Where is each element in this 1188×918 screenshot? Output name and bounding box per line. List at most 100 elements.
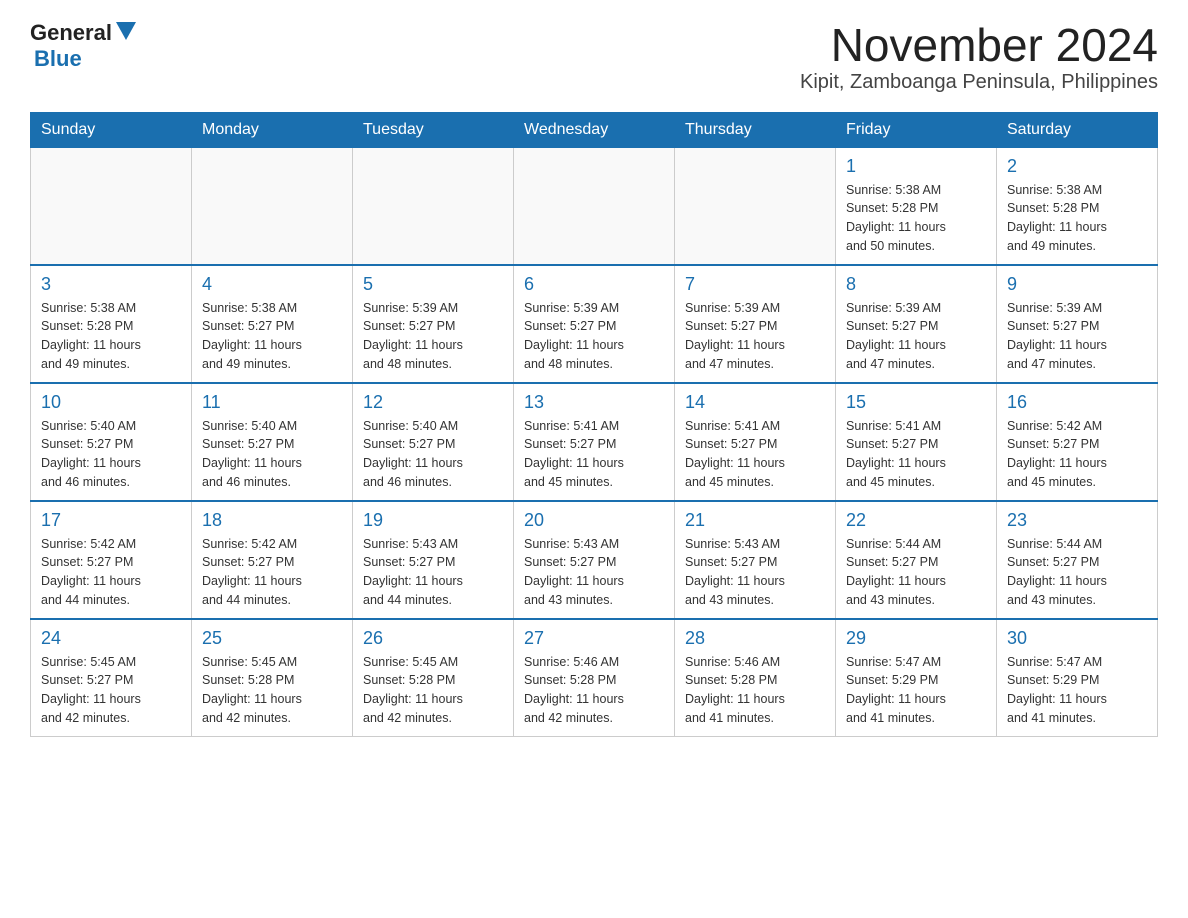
calendar-header-saturday: Saturday xyxy=(997,112,1158,147)
day-info: Sunrise: 5:47 AMSunset: 5:29 PMDaylight:… xyxy=(1007,653,1147,728)
day-info: Sunrise: 5:39 AMSunset: 5:27 PMDaylight:… xyxy=(685,299,825,374)
calendar-cell: 1Sunrise: 5:38 AMSunset: 5:28 PMDaylight… xyxy=(836,147,997,265)
day-number: 14 xyxy=(685,392,825,413)
day-number: 20 xyxy=(524,510,664,531)
day-number: 29 xyxy=(846,628,986,649)
calendar-cell: 24Sunrise: 5:45 AMSunset: 5:27 PMDayligh… xyxy=(31,619,192,737)
day-number: 30 xyxy=(1007,628,1147,649)
calendar-cell: 17Sunrise: 5:42 AMSunset: 5:27 PMDayligh… xyxy=(31,501,192,619)
calendar-cell: 26Sunrise: 5:45 AMSunset: 5:28 PMDayligh… xyxy=(353,619,514,737)
calendar-header-sunday: Sunday xyxy=(31,112,192,147)
day-info: Sunrise: 5:44 AMSunset: 5:27 PMDaylight:… xyxy=(846,535,986,610)
day-info: Sunrise: 5:42 AMSunset: 5:27 PMDaylight:… xyxy=(1007,417,1147,492)
day-number: 8 xyxy=(846,274,986,295)
day-number: 15 xyxy=(846,392,986,413)
day-number: 19 xyxy=(363,510,503,531)
day-number: 16 xyxy=(1007,392,1147,413)
calendar-header-tuesday: Tuesday xyxy=(353,112,514,147)
day-info: Sunrise: 5:38 AMSunset: 5:28 PMDaylight:… xyxy=(41,299,181,374)
logo-triangle-icon xyxy=(116,22,136,40)
title-area: November 2024 Kipit, Zamboanga Peninsula… xyxy=(800,20,1158,94)
day-info: Sunrise: 5:45 AMSunset: 5:28 PMDaylight:… xyxy=(202,653,342,728)
calendar-cell: 23Sunrise: 5:44 AMSunset: 5:27 PMDayligh… xyxy=(997,501,1158,619)
calendar-cell: 27 Sunrise: 5:46 AMSunset: 5:28 PMDayligh… xyxy=(514,619,675,737)
calendar-cell: 14 Sunrise: 5:41 AMSunset: 5:27 PMDayligh… xyxy=(675,383,836,501)
day-info: Sunrise: 5:43 AMSunset: 5:27 PMDaylight:… xyxy=(524,535,664,610)
day-info: Sunrise: 5:39 AMSunset: 5:27 PMDaylight:… xyxy=(524,299,664,374)
calendar-cell: 11 Sunrise: 5:40 AMSunset: 5:27 PMDayligh… xyxy=(192,383,353,501)
calendar-cell: 29 Sunrise: 5:47 AMSunset: 5:29 PMDayligh… xyxy=(836,619,997,737)
day-info: Sunrise: 5:41 AMSunset: 5:27 PMDaylight:… xyxy=(524,417,664,492)
day-number: 7 xyxy=(685,274,825,295)
logo: General Blue xyxy=(30,20,136,72)
calendar-header-friday: Friday xyxy=(836,112,997,147)
day-info: Sunrise: 5:47 AMSunset: 5:29 PMDaylight:… xyxy=(846,653,986,728)
day-info: Sunrise: 5:38 AMSunset: 5:27 PMDaylight:… xyxy=(202,299,342,374)
calendar-cell: 16 Sunrise: 5:42 AMSunset: 5:27 PMDayligh… xyxy=(997,383,1158,501)
calendar-header-thursday: Thursday xyxy=(675,112,836,147)
day-number: 28 xyxy=(685,628,825,649)
calendar-header-wednesday: Wednesday xyxy=(514,112,675,147)
day-number: 22 xyxy=(846,510,986,531)
calendar-cell: 28Sunrise: 5:46 AMSunset: 5:28 PMDayligh… xyxy=(675,619,836,737)
calendar-cell: 10Sunrise: 5:40 AMSunset: 5:27 PMDayligh… xyxy=(31,383,192,501)
calendar-cell: 5 Sunrise: 5:39 AMSunset: 5:27 PMDaylight… xyxy=(353,265,514,383)
day-info: Sunrise: 5:44 AMSunset: 5:27 PMDaylight:… xyxy=(1007,535,1147,610)
logo-text-general: General xyxy=(30,20,112,46)
day-number: 4 xyxy=(202,274,342,295)
day-number: 5 xyxy=(363,274,503,295)
day-info: Sunrise: 5:43 AMSunset: 5:27 PMDaylight:… xyxy=(685,535,825,610)
calendar-cell: 2 Sunrise: 5:38 AMSunset: 5:28 PMDaylight… xyxy=(997,147,1158,265)
day-info: Sunrise: 5:42 AMSunset: 5:27 PMDaylight:… xyxy=(41,535,181,610)
day-info: Sunrise: 5:39 AMSunset: 5:27 PMDaylight:… xyxy=(363,299,503,374)
day-number: 18 xyxy=(202,510,342,531)
calendar-cell: 6Sunrise: 5:39 AMSunset: 5:27 PMDaylight… xyxy=(514,265,675,383)
calendar-cell xyxy=(192,147,353,265)
day-number: 21 xyxy=(685,510,825,531)
calendar-cell: 30 Sunrise: 5:47 AMSunset: 5:29 PMDayligh… xyxy=(997,619,1158,737)
day-info: Sunrise: 5:46 AMSunset: 5:28 PMDaylight:… xyxy=(524,653,664,728)
day-number: 25 xyxy=(202,628,342,649)
day-number: 3 xyxy=(41,274,181,295)
calendar-cell: 15Sunrise: 5:41 AMSunset: 5:27 PMDayligh… xyxy=(836,383,997,501)
day-number: 13 xyxy=(524,392,664,413)
calendar-cell xyxy=(514,147,675,265)
day-number: 12 xyxy=(363,392,503,413)
calendar-week-row: 1Sunrise: 5:38 AMSunset: 5:28 PMDaylight… xyxy=(31,147,1158,265)
calendar-cell: 4 Sunrise: 5:38 AMSunset: 5:27 PMDaylight… xyxy=(192,265,353,383)
calendar-cell: 19 Sunrise: 5:43 AMSunset: 5:27 PMDayligh… xyxy=(353,501,514,619)
day-info: Sunrise: 5:45 AMSunset: 5:28 PMDaylight:… xyxy=(363,653,503,728)
calendar-cell: 13 Sunrise: 5:41 AMSunset: 5:27 PMDayligh… xyxy=(514,383,675,501)
calendar-cell: 21 Sunrise: 5:43 AMSunset: 5:27 PMDayligh… xyxy=(675,501,836,619)
logo-text-blue: Blue xyxy=(34,46,82,71)
day-info: Sunrise: 5:38 AMSunset: 5:28 PMDaylight:… xyxy=(846,181,986,256)
day-info: Sunrise: 5:40 AMSunset: 5:27 PMDaylight:… xyxy=(41,417,181,492)
calendar-week-row: 3 Sunrise: 5:38 AMSunset: 5:28 PMDaylight… xyxy=(31,265,1158,383)
calendar-cell: 8 Sunrise: 5:39 AMSunset: 5:27 PMDaylight… xyxy=(836,265,997,383)
calendar-cell: 20 Sunrise: 5:43 AMSunset: 5:27 PMDayligh… xyxy=(514,501,675,619)
day-info: Sunrise: 5:40 AMSunset: 5:27 PMDaylight:… xyxy=(363,417,503,492)
calendar-cell: 22 Sunrise: 5:44 AMSunset: 5:27 PMDayligh… xyxy=(836,501,997,619)
day-info: Sunrise: 5:42 AMSunset: 5:27 PMDaylight:… xyxy=(202,535,342,610)
calendar-cell: 3 Sunrise: 5:38 AMSunset: 5:28 PMDaylight… xyxy=(31,265,192,383)
calendar-week-row: 24Sunrise: 5:45 AMSunset: 5:27 PMDayligh… xyxy=(31,619,1158,737)
day-info: Sunrise: 5:38 AMSunset: 5:28 PMDaylight:… xyxy=(1007,181,1147,256)
calendar-header-row: SundayMondayTuesdayWednesdayThursdayFrid… xyxy=(31,112,1158,147)
calendar-cell: 25 Sunrise: 5:45 AMSunset: 5:28 PMDayligh… xyxy=(192,619,353,737)
day-info: Sunrise: 5:39 AMSunset: 5:27 PMDaylight:… xyxy=(846,299,986,374)
calendar-week-row: 10Sunrise: 5:40 AMSunset: 5:27 PMDayligh… xyxy=(31,383,1158,501)
calendar-cell xyxy=(31,147,192,265)
calendar-cell xyxy=(675,147,836,265)
calendar-cell: 7 Sunrise: 5:39 AMSunset: 5:27 PMDaylight… xyxy=(675,265,836,383)
day-number: 9 xyxy=(1007,274,1147,295)
day-info: Sunrise: 5:45 AMSunset: 5:27 PMDaylight:… xyxy=(41,653,181,728)
day-number: 27 xyxy=(524,628,664,649)
calendar-cell: 9Sunrise: 5:39 AMSunset: 5:27 PMDaylight… xyxy=(997,265,1158,383)
calendar-week-row: 17Sunrise: 5:42 AMSunset: 5:27 PMDayligh… xyxy=(31,501,1158,619)
day-number: 11 xyxy=(202,392,342,413)
day-info: Sunrise: 5:40 AMSunset: 5:27 PMDaylight:… xyxy=(202,417,342,492)
day-info: Sunrise: 5:41 AMSunset: 5:27 PMDaylight:… xyxy=(685,417,825,492)
calendar-header-monday: Monday xyxy=(192,112,353,147)
day-info: Sunrise: 5:43 AMSunset: 5:27 PMDaylight:… xyxy=(363,535,503,610)
day-number: 2 xyxy=(1007,156,1147,177)
